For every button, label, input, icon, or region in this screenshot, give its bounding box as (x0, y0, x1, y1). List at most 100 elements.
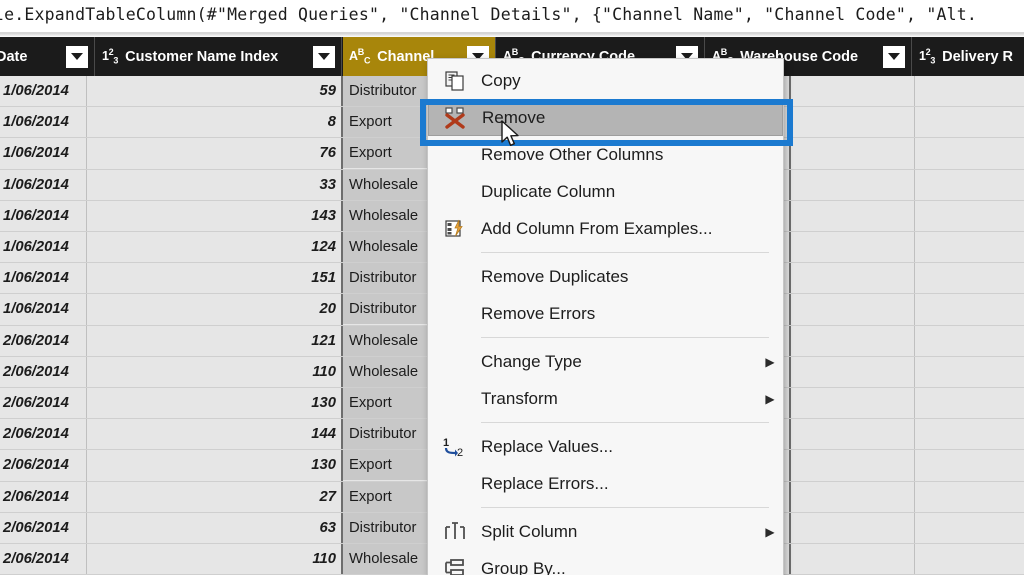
cell-customer-name-index[interactable]: 76 (87, 138, 341, 168)
cell-date[interactable]: 2/06/2014 (0, 544, 86, 574)
cell-customer-name-index[interactable]: 143 (87, 201, 341, 231)
group-by-icon (428, 550, 481, 575)
cell-date[interactable]: 1/06/2014 (0, 201, 86, 231)
chevron-down-icon (318, 53, 330, 60)
column-header-date[interactable]: Date (0, 37, 95, 76)
menu-item-duplicate-column[interactable]: Duplicate Column (428, 173, 783, 210)
menu-separator (481, 507, 769, 508)
cell-channel[interactable]: Distributor (343, 263, 430, 293)
cell-customer-name-index[interactable]: 130 (87, 450, 341, 480)
cell-date[interactable]: 2/06/2014 (0, 513, 86, 543)
cell-date[interactable]: 1/06/2014 (0, 232, 86, 262)
cell-customer-name-index[interactable]: 144 (87, 419, 341, 449)
menu-item-label: Remove Other Columns (481, 145, 757, 165)
chevron-down-icon (71, 53, 83, 60)
cell-date[interactable]: 1/06/2014 (0, 263, 86, 293)
menu-item-label: Change Type (481, 352, 757, 372)
cell-channel[interactable]: Wholesale (343, 357, 430, 387)
menu-item-replace-values[interactable]: 12Replace Values... (428, 428, 783, 465)
filter-dropdown-warehouse-code[interactable] (883, 46, 905, 68)
cell-customer-name-index[interactable]: 27 (87, 482, 341, 512)
menu-separator (481, 337, 769, 338)
cell-customer-name-index[interactable]: 110 (87, 357, 341, 387)
cell-customer-name-index[interactable]: 59 (87, 76, 341, 106)
menu-item-remove-other-columns[interactable]: Remove Other Columns (428, 136, 783, 173)
cell-date[interactable]: 2/06/2014 (0, 388, 86, 418)
cell-channel[interactable]: Export (343, 482, 430, 512)
submenu-arrow-icon: ▶ (757, 355, 783, 369)
cell-channel[interactable]: Export (343, 450, 430, 480)
cell-date[interactable]: 2/06/2014 (0, 326, 86, 356)
power-query-editor: le.ExpandTableColumn(#"Merged Queries", … (0, 0, 1024, 575)
menu-item-label: Duplicate Column (481, 182, 757, 202)
cell-channel[interactable]: Distributor (343, 76, 430, 106)
cell-channel[interactable]: Wholesale (343, 544, 430, 574)
menu-item-copy[interactable]: Copy (428, 62, 783, 99)
menu-icon-empty (428, 258, 481, 295)
filter-dropdown-date[interactable] (66, 46, 88, 68)
menu-item-transform[interactable]: Transform▶ (428, 380, 783, 417)
cell-customer-name-index[interactable]: 63 (87, 513, 341, 543)
column-header-delivery-region[interactable]: 123 Delivery R (913, 37, 1024, 76)
cell-customer-name-index[interactable]: 121 (87, 326, 341, 356)
cell-date[interactable]: 1/06/2014 (0, 138, 86, 168)
cell-date[interactable]: 2/06/2014 (0, 357, 86, 387)
split-column-icon (428, 513, 481, 550)
submenu-arrow-icon: ▶ (757, 525, 783, 539)
cell-customer-name-index[interactable]: 130 (87, 388, 341, 418)
column-header-customer-name-index-label: Customer Name Index (125, 49, 313, 65)
cell-channel[interactable]: Export (343, 388, 430, 418)
menu-item-label: Remove Errors (481, 304, 757, 324)
menu-separator (481, 252, 769, 253)
menu-item-change-type[interactable]: Change Type▶ (428, 343, 783, 380)
menu-item-remove-duplicates[interactable]: Remove Duplicates (428, 258, 783, 295)
filter-dropdown-customer-name-index[interactable] (313, 46, 335, 68)
menu-item-add-column-from-examples[interactable]: Add Column From Examples... (428, 210, 783, 247)
formula-bar-text[interactable]: le.ExpandTableColumn(#"Merged Queries", … (0, 2, 977, 28)
cell-channel[interactable]: Wholesale (343, 170, 430, 200)
menu-item-label: Add Column From Examples... (481, 219, 757, 239)
cell-channel[interactable]: Export (343, 138, 430, 168)
cell-channel[interactable]: Distributor (343, 419, 430, 449)
cell-customer-name-index[interactable]: 33 (87, 170, 341, 200)
column-header-customer-name-index[interactable]: 123 Customer Name Index (96, 37, 342, 76)
cell-customer-name-index[interactable]: 151 (87, 263, 341, 293)
cell-date[interactable]: 2/06/2014 (0, 450, 86, 480)
cell-channel[interactable]: Export (343, 107, 430, 137)
menu-item-label: Group By... (481, 559, 757, 575)
menu-item-label: Transform (481, 389, 757, 409)
menu-item-group-by[interactable]: Group By... (428, 550, 783, 575)
cell-channel[interactable]: Distributor (343, 513, 430, 543)
cell-date[interactable]: 1/06/2014 (0, 76, 86, 106)
menu-icon-empty (428, 295, 481, 332)
cell-customer-name-index[interactable]: 110 (87, 544, 341, 574)
menu-item-label: Remove Duplicates (481, 267, 757, 287)
cell-channel[interactable]: Wholesale (343, 201, 430, 231)
menu-icon-empty (428, 380, 481, 417)
menu-icon-empty (428, 173, 481, 210)
cell-date[interactable]: 2/06/2014 (0, 419, 86, 449)
text-type-icon: ABC (349, 48, 370, 66)
menu-item-replace-errors[interactable]: Replace Errors... (428, 465, 783, 502)
menu-item-split-column[interactable]: Split Column▶ (428, 513, 783, 550)
cell-date[interactable]: 1/06/2014 (0, 107, 86, 137)
menu-item-remove-errors[interactable]: Remove Errors (428, 295, 783, 332)
cell-channel[interactable]: Distributor (343, 294, 430, 324)
replace-values-icon: 12 (428, 428, 481, 465)
menu-item-label: Remove (482, 108, 756, 128)
cell-customer-name-index[interactable]: 20 (87, 294, 341, 324)
cell-customer-name-index[interactable]: 8 (87, 107, 341, 137)
cell-customer-name-index[interactable]: 124 (87, 232, 341, 262)
svg-text:1: 1 (443, 437, 449, 449)
cell-date[interactable]: 1/06/2014 (0, 170, 86, 200)
submenu-arrow-icon: ▶ (757, 392, 783, 406)
menu-separator (481, 422, 769, 423)
menu-item-remove[interactable]: Remove (428, 99, 783, 136)
cell-date[interactable]: 2/06/2014 (0, 482, 86, 512)
column-context-menu[interactable]: Copy Remove Remove Other Columns Duplicate … (427, 58, 784, 575)
formula-bar[interactable]: le.ExpandTableColumn(#"Merged Queries", … (0, 0, 1024, 33)
copy-icon (428, 62, 481, 99)
cell-channel[interactable]: Wholesale (343, 232, 430, 262)
cell-channel[interactable]: Wholesale (343, 326, 430, 356)
cell-date[interactable]: 1/06/2014 (0, 294, 86, 324)
